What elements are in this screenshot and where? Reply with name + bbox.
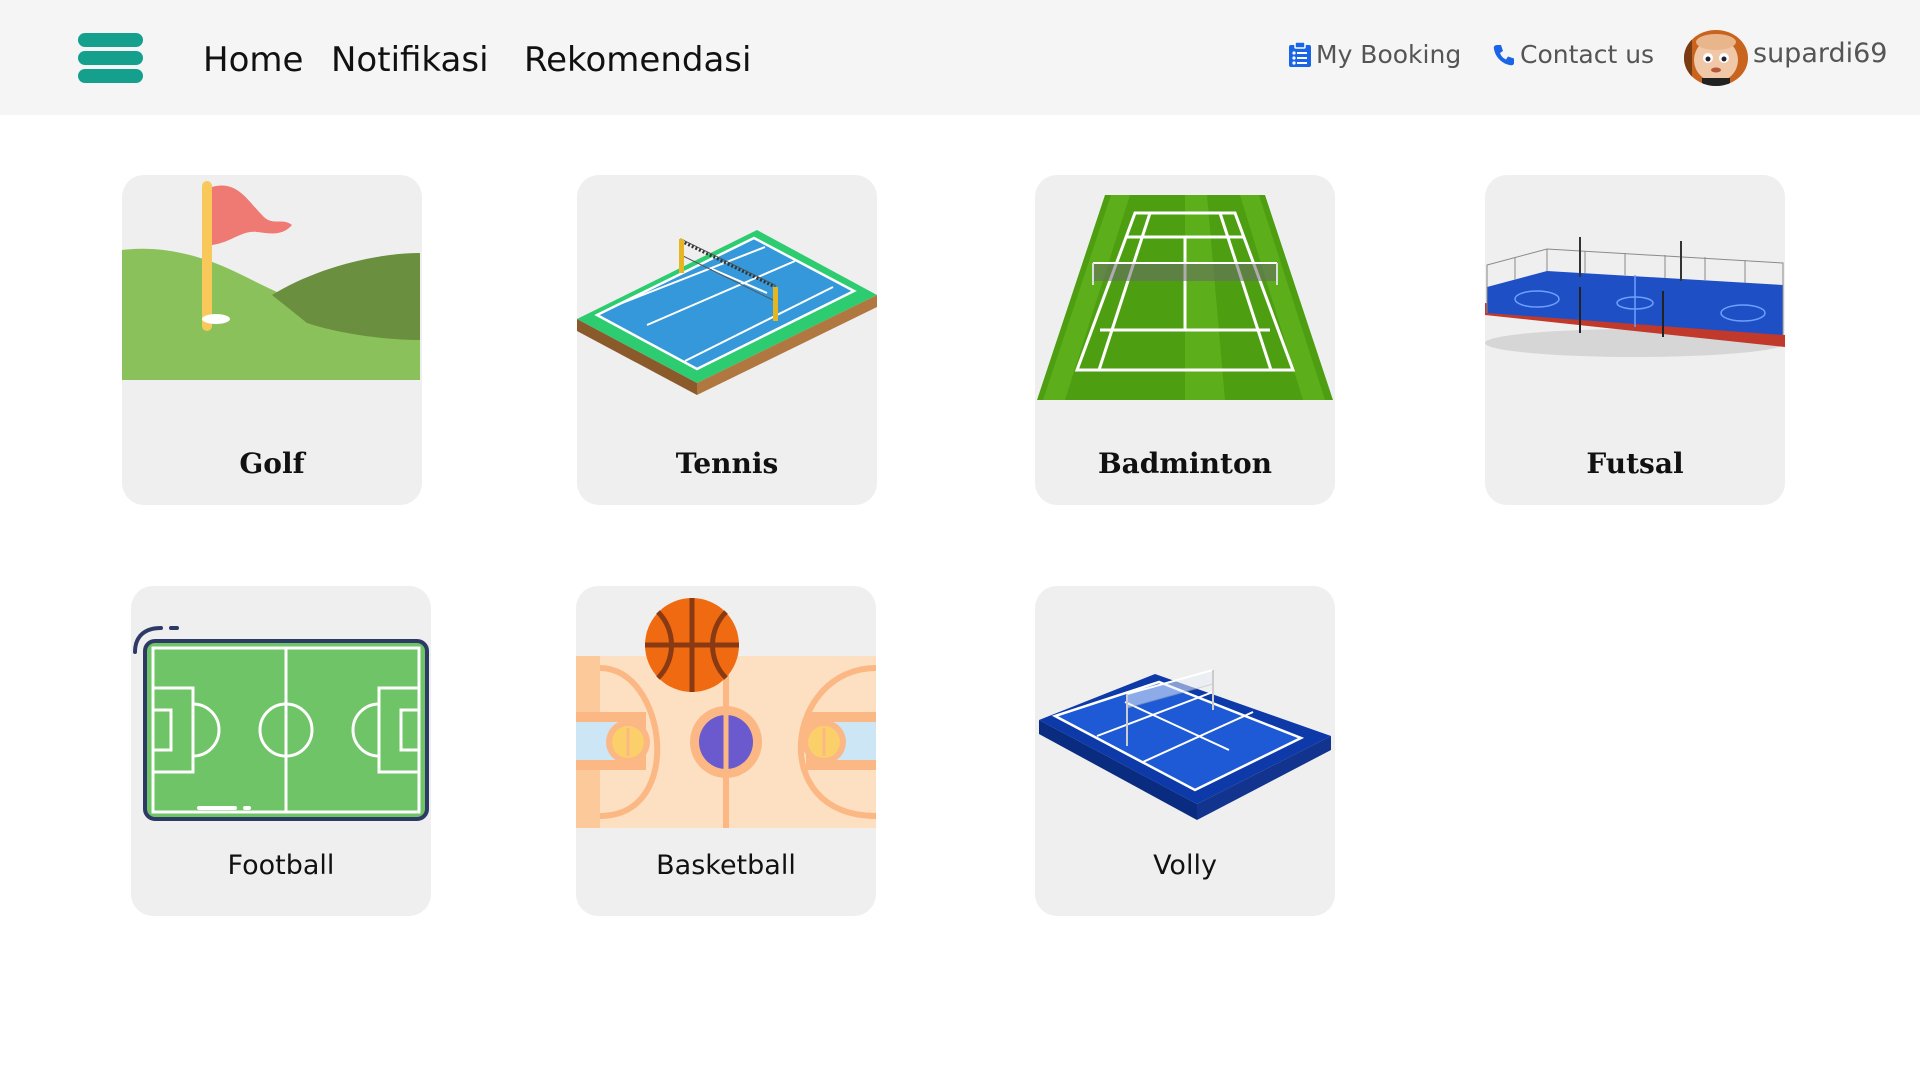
sport-card-golf[interactable]: Golf bbox=[122, 175, 422, 505]
my-booking-link[interactable]: My Booking bbox=[1288, 40, 1461, 69]
nav-home-link[interactable]: Home bbox=[203, 40, 303, 80]
sport-label: Volly bbox=[1153, 850, 1217, 881]
nav-notifikasi-link[interactable]: Notifikasi bbox=[331, 40, 489, 80]
clipboard-icon bbox=[1288, 41, 1312, 68]
nav-rekomendasi-link[interactable]: Rekomendasi bbox=[524, 40, 751, 80]
sport-label: Basketball bbox=[656, 850, 796, 881]
golf-flag-icon bbox=[122, 175, 422, 420]
basketball-court-icon bbox=[576, 586, 876, 831]
my-booking-label: My Booking bbox=[1316, 40, 1462, 69]
tennis-court-icon bbox=[577, 175, 877, 420]
hamburger-menu-icon[interactable] bbox=[78, 33, 143, 83]
sport-card-futsal[interactable]: Futsal bbox=[1485, 175, 1785, 505]
sport-label: Football bbox=[227, 850, 335, 881]
football-field-icon bbox=[131, 586, 431, 836]
user-avatar[interactable] bbox=[1684, 30, 1748, 86]
futsal-court-icon bbox=[1485, 175, 1785, 420]
contact-us-label: Contact us bbox=[1520, 40, 1655, 69]
sport-card-football[interactable]: Football bbox=[131, 586, 431, 916]
sport-label: Badminton bbox=[1098, 447, 1272, 480]
contact-us-link[interactable]: Contact us bbox=[1492, 40, 1654, 69]
sport-label: Tennis bbox=[675, 447, 779, 480]
sport-card-volly[interactable]: Volly bbox=[1035, 586, 1335, 916]
sport-label: Futsal bbox=[1586, 447, 1684, 480]
sport-label: Golf bbox=[239, 447, 305, 480]
volleyball-court-icon bbox=[1035, 586, 1335, 831]
navbar: Home Notifikasi Rekomendasi My Booking C… bbox=[0, 0, 1920, 115]
sport-card-basketball[interactable]: Basketball bbox=[576, 586, 876, 916]
sport-card-tennis[interactable]: Tennis bbox=[577, 175, 877, 505]
username[interactable]: supardi69 bbox=[1753, 38, 1888, 69]
sport-card-badminton[interactable]: Badminton bbox=[1035, 175, 1335, 505]
phone-icon bbox=[1492, 42, 1516, 68]
badminton-court-icon bbox=[1035, 175, 1335, 420]
